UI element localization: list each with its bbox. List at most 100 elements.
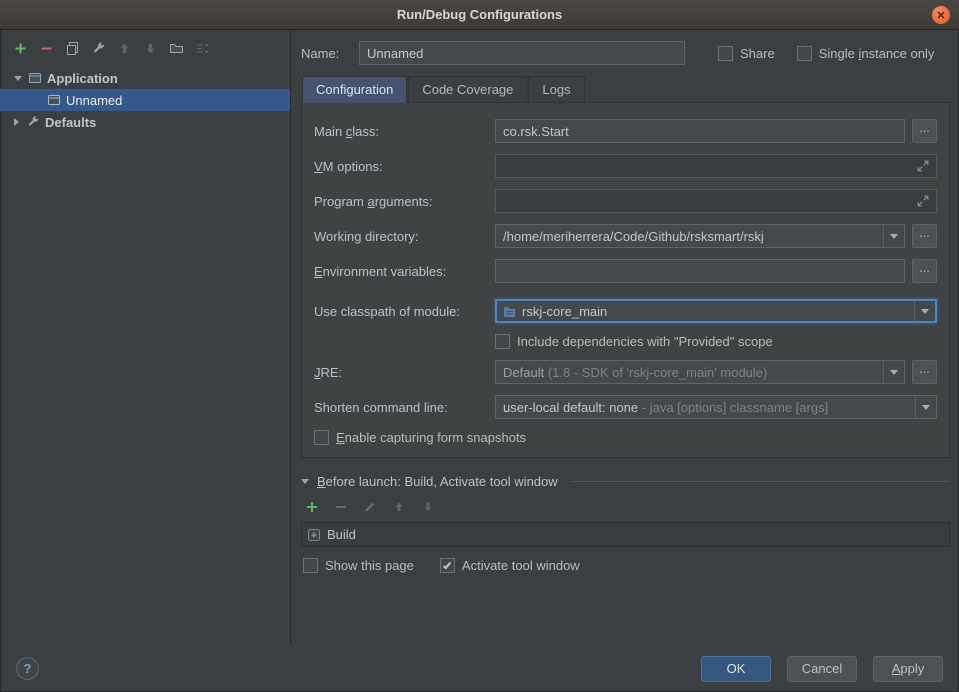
sort-configurations-button[interactable] (194, 40, 211, 57)
environment-variables-browse-button[interactable]: ... (912, 259, 937, 283)
divider (571, 481, 950, 482)
add-configuration-button[interactable] (12, 40, 29, 57)
chevron-down-icon[interactable] (883, 361, 904, 383)
dialog-footer: ? OK Cancel Apply (0, 645, 959, 692)
add-task-button[interactable] (303, 498, 320, 515)
configuration-tab-panel: Main class: co.rsk.Start ... VM options: (301, 102, 950, 458)
arrow-down-icon (143, 41, 158, 56)
before-launch-task-list: Build (301, 522, 950, 547)
main-class-row: Main class: co.rsk.Start ... (314, 119, 937, 143)
application-icon (28, 71, 42, 85)
classpath-module-label: Use classpath of module: (314, 304, 495, 319)
list-item[interactable]: Build (302, 523, 949, 546)
module-icon (503, 305, 516, 318)
wrench-icon (26, 115, 40, 129)
program-arguments-field[interactable] (495, 189, 937, 213)
task-label: Build (327, 527, 356, 542)
minus-icon (334, 500, 348, 514)
checkbox-label: Enable capturing form snapshots (336, 430, 526, 445)
wrench-icon (91, 41, 106, 56)
ok-button[interactable]: OK (701, 656, 771, 682)
show-this-page-checkbox[interactable]: Show this page (303, 558, 414, 573)
shorten-command-line-label: Shorten command line: (314, 400, 495, 415)
remove-configuration-button[interactable] (38, 40, 55, 57)
copy-configuration-button[interactable] (64, 40, 81, 57)
jre-browse-button[interactable]: ... (912, 360, 937, 384)
vm-options-field[interactable] (495, 154, 937, 178)
checkbox-box (797, 46, 812, 61)
working-directory-field[interactable]: /home/meriherrera/Code/Github/rsksmart/r… (495, 224, 905, 248)
name-input[interactable] (359, 41, 685, 65)
cancel-button[interactable]: Cancel (787, 656, 857, 682)
tab-logs[interactable]: Logs (528, 76, 584, 103)
tree-item-unnamed[interactable]: Unnamed (0, 89, 290, 111)
working-directory-label: Working directory: (314, 229, 495, 244)
name-row: Name: Share Single instance only (301, 34, 950, 72)
capture-snapshots-checkbox[interactable]: Enable capturing form snapshots (314, 430, 526, 445)
pencil-icon (363, 500, 377, 514)
configurations-tree: Application Unnamed Defaults (0, 67, 290, 133)
help-button[interactable]: ? (16, 657, 39, 680)
application-icon (47, 93, 61, 107)
main-class-browse-button[interactable]: ... (912, 119, 937, 143)
checkbox-box (495, 334, 510, 349)
name-label: Name: (301, 46, 359, 61)
chevron-down-icon[interactable] (915, 396, 936, 418)
before-launch-toolbar (303, 498, 950, 515)
include-provided-checkbox[interactable]: Include dependencies with "Provided" sco… (495, 334, 773, 349)
working-directory-browse-button[interactable]: ... (912, 224, 937, 248)
share-checkbox[interactable]: Share (718, 46, 775, 61)
classpath-module-row: Use classpath of module: rskj-core_main (314, 299, 937, 323)
classpath-module-combo[interactable]: rskj-core_main (495, 299, 937, 323)
remove-task-button[interactable] (332, 498, 349, 515)
build-icon (307, 528, 321, 542)
before-launch-header[interactable]: Before launch: Build, Activate tool wind… (301, 474, 950, 489)
move-task-up-button[interactable] (390, 498, 407, 515)
move-up-button[interactable] (116, 40, 133, 57)
close-button[interactable]: ✕ (932, 6, 950, 24)
chevron-down-icon[interactable] (914, 301, 935, 321)
checkbox-label: Activate tool window (462, 558, 580, 573)
configuration-editor: Name: Share Single instance only Configu… (291, 30, 959, 645)
tab-configuration[interactable]: Configuration (302, 76, 407, 103)
move-task-down-button[interactable] (419, 498, 436, 515)
jre-row: JRE: Default (1.8 - SDK of 'rskj-core_ma… (314, 360, 937, 384)
chevron-right-icon[interactable] (14, 118, 19, 126)
chevron-down-icon[interactable] (14, 76, 22, 81)
move-down-button[interactable] (142, 40, 159, 57)
arrow-up-icon (392, 500, 406, 514)
activate-tool-window-checkbox[interactable]: Activate tool window (440, 558, 580, 573)
program-arguments-label: Program arguments: (314, 194, 495, 209)
arrow-up-icon (117, 41, 132, 56)
environment-variables-field[interactable] (495, 259, 905, 283)
environment-variables-label: Environment variables: (314, 264, 495, 279)
expand-field-icon (917, 195, 929, 207)
arrow-down-icon (421, 500, 435, 514)
jre-combo[interactable]: Default (1.8 - SDK of 'rskj-core_main' m… (495, 360, 905, 384)
main-class-field[interactable]: co.rsk.Start (495, 119, 905, 143)
tree-item-defaults[interactable]: Defaults (0, 111, 290, 133)
edit-defaults-button[interactable] (90, 40, 107, 57)
chevron-down-icon[interactable] (883, 225, 904, 247)
run-debug-configurations-dialog: Run/Debug Configurations ✕ (0, 0, 959, 692)
apply-button[interactable]: Apply (873, 656, 943, 682)
main-class-label: Main class: (314, 124, 495, 139)
shorten-command-line-combo[interactable]: user-local default: none - java [options… (495, 395, 937, 419)
capture-snapshots-row: Enable capturing form snapshots (314, 430, 937, 445)
titlebar[interactable]: Run/Debug Configurations ✕ (0, 0, 959, 30)
configurations-sidebar: Application Unnamed Defaults (0, 30, 291, 645)
edit-task-button[interactable] (361, 498, 378, 515)
tree-item-label: Application (47, 71, 118, 86)
folder-icon (169, 41, 184, 56)
checkbox-box (303, 558, 318, 573)
working-directory-row: Working directory: /home/meriherrera/Cod… (314, 224, 937, 248)
checkbox-label: Include dependencies with "Provided" sco… (517, 334, 773, 349)
environment-variables-row: Environment variables: ... (314, 259, 937, 283)
chevron-down-icon[interactable] (301, 479, 309, 484)
single-instance-checkbox[interactable]: Single instance only (797, 46, 935, 61)
tree-item-label: Defaults (45, 115, 96, 130)
tab-code-coverage[interactable]: Code Coverage (408, 76, 527, 103)
minus-icon (39, 41, 54, 56)
create-folder-button[interactable] (168, 40, 185, 57)
tree-item-application[interactable]: Application (0, 67, 290, 89)
